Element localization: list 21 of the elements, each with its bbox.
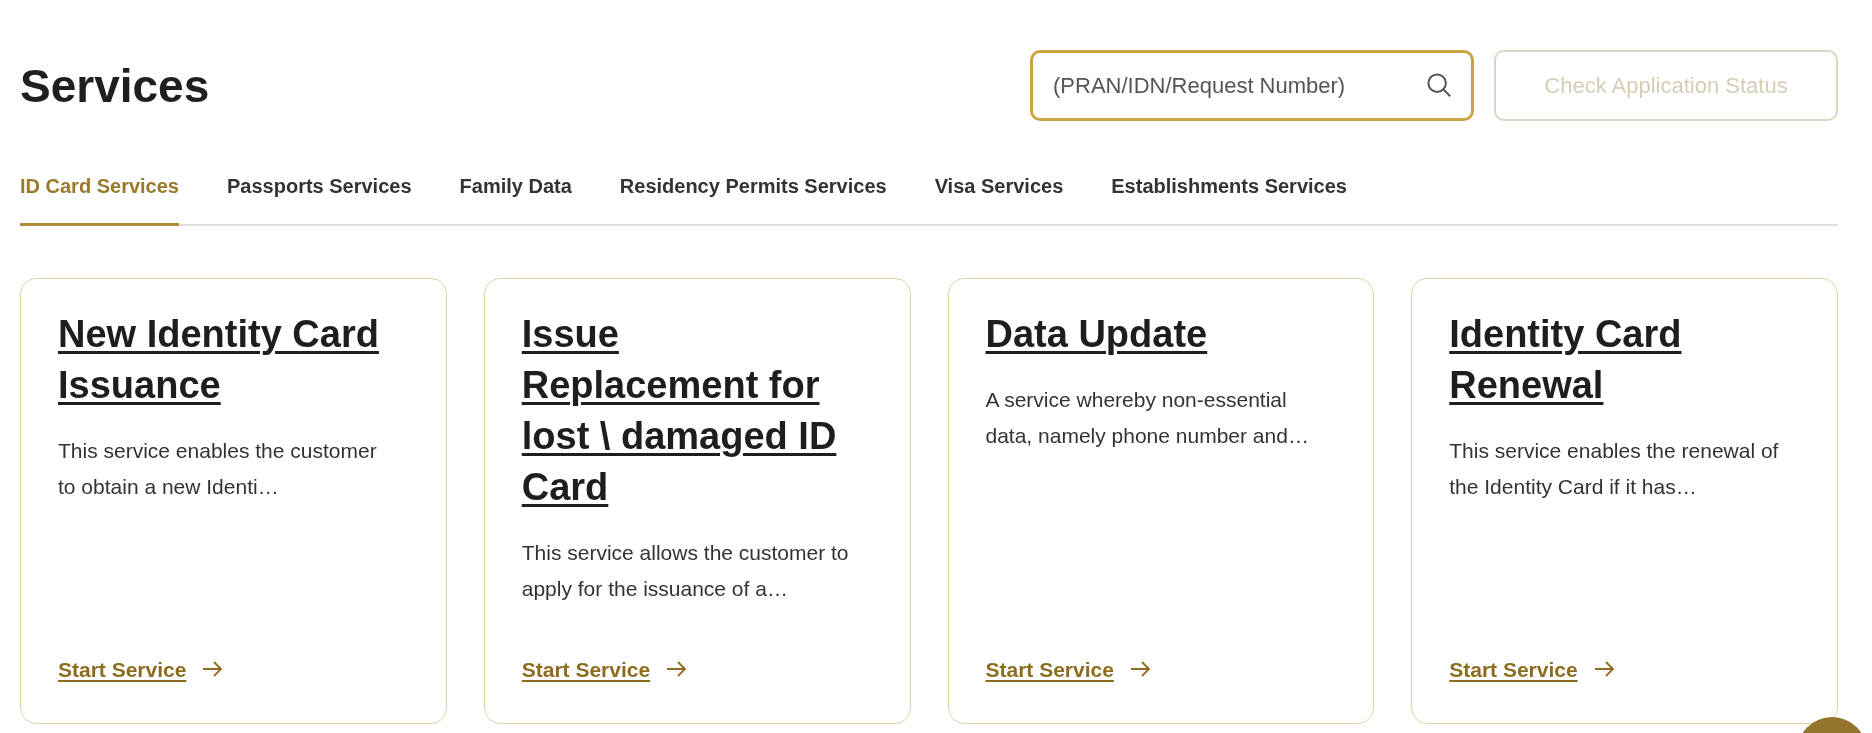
service-description: This service enables the customer to obtain a new Identi… [58,438,378,500]
service-description: This service enables the renewal of the Identity Card if it has… [1449,438,1780,500]
service-title-link[interactable]: Issue Replacement for lost \ damaged ID Card [521,309,862,513]
service-title-link[interactable]: Identity Card Renewal [1449,309,1789,411]
service-description: This service allows the customer to apply for the issuance of a… [521,540,850,602]
search-icon[interactable] [1424,70,1454,100]
page-title: Services [20,62,210,109]
tab[interactable]: Establishments Services [1111,171,1347,226]
service-title-link[interactable]: New Identity Card Issuance [58,309,398,411]
start-service-link[interactable]: Start Service [58,653,187,685]
tab[interactable]: Passports Services [227,171,412,226]
start-service-link[interactable]: Start Service [1449,653,1578,685]
tab[interactable]: ID Card Services [20,171,179,226]
service-title-link[interactable]: Data Update [985,309,1326,360]
start-service-link[interactable]: Start Service [985,653,1114,685]
tab[interactable]: Visa Services [934,171,1064,226]
tab[interactable]: Family Data [459,171,572,226]
start-service-link[interactable]: Start Service [521,653,651,685]
service-description: A service whereby non-essential data, namely phone number and… [985,387,1310,449]
tab[interactable]: Residency Permits Services [619,171,887,226]
search-field[interactable]: (PRAN/IDN/Request Number) [1030,50,1474,121]
